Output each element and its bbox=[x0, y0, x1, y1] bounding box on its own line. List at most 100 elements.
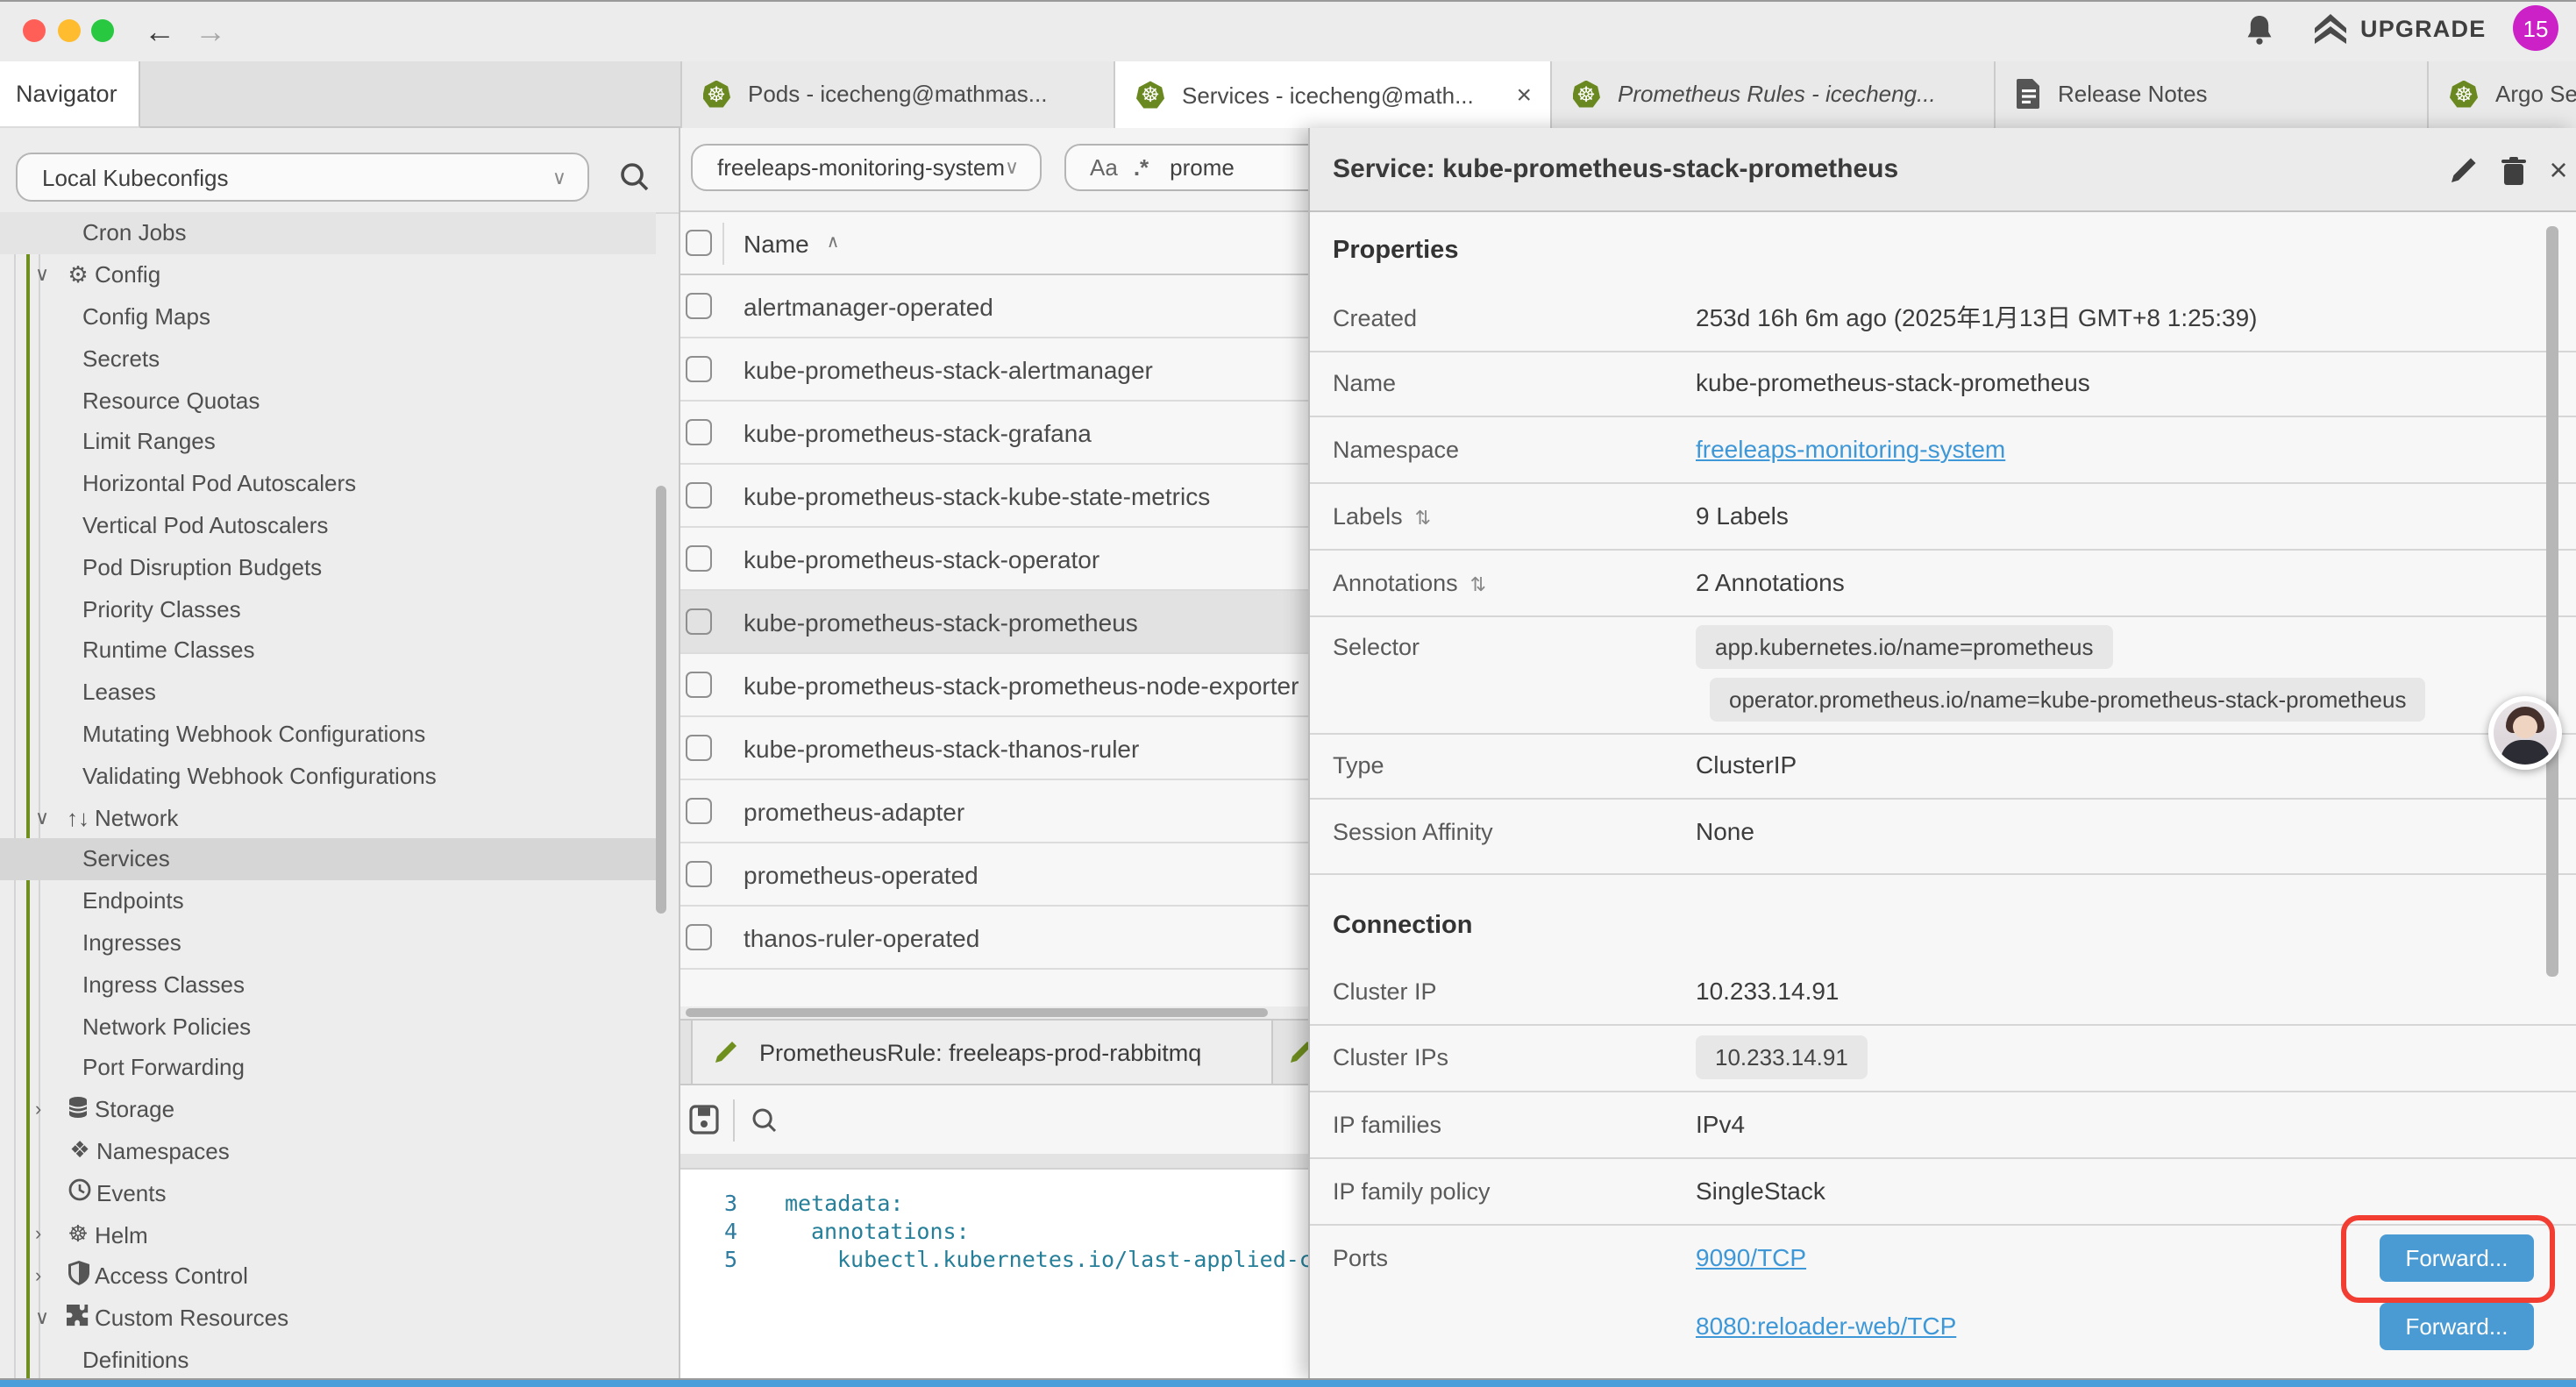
sidebar-item-limit-ranges[interactable]: Limit Ranges bbox=[0, 421, 656, 463]
sidebar-item-storage[interactable]: ›Storage bbox=[0, 1088, 656, 1130]
table-row[interactable]: prometheus-adapter bbox=[680, 780, 1308, 843]
close-icon[interactable]: × bbox=[2541, 153, 2576, 188]
table-header: Name ∧ bbox=[680, 212, 1308, 275]
sidebar-item-network-policies[interactable]: Network Policies bbox=[0, 1005, 656, 1047]
sidebar-item-leases[interactable]: Leases bbox=[0, 672, 656, 714]
sidebar-item-vertical-pod-autoscalers[interactable]: Vertical Pod Autoscalers bbox=[0, 504, 656, 546]
notifications-bell-icon[interactable] bbox=[2245, 14, 2274, 47]
tab-prometheus-rules[interactable]: ☸ Prometheus Rules - icecheng... bbox=[1551, 60, 1995, 128]
save-icon[interactable] bbox=[688, 1105, 718, 1134]
sidebar-item-helm[interactable]: ›☸Helm bbox=[0, 1213, 656, 1255]
upgrade-button[interactable]: UPGRADE bbox=[2360, 16, 2486, 42]
row-checkbox[interactable] bbox=[686, 798, 712, 824]
sidebar-item-resource-quotas[interactable]: Resource Quotas bbox=[0, 379, 656, 421]
row-checkbox[interactable] bbox=[686, 861, 712, 887]
kubeconfig-selector-value: Local Kubeconfigs bbox=[42, 164, 229, 190]
scrollbar-thumb[interactable] bbox=[685, 1007, 1267, 1017]
delete-trash-icon[interactable] bbox=[2495, 153, 2530, 188]
match-case-toggle[interactable]: Aa bbox=[1090, 154, 1118, 181]
table-row[interactable]: kube-prometheus-stack-thanos-ruler bbox=[680, 717, 1308, 780]
table-row[interactable]: kube-prometheus-stack-operator bbox=[680, 528, 1308, 591]
sidebar-item-events[interactable]: Events bbox=[0, 1172, 656, 1214]
sidebar-item-horizontal-pod-autoscalers[interactable]: Horizontal Pod Autoscalers bbox=[0, 463, 656, 505]
sidebar-item-endpoints[interactable]: Endpoints bbox=[0, 880, 656, 922]
sidebar-item-pod-disruption-budgets[interactable]: Pod Disruption Budgets bbox=[0, 546, 656, 588]
sidebar-item-definitions[interactable]: Definitions bbox=[0, 1339, 656, 1380]
namespace-filter-dropdown[interactable]: freeleaps-monitoring-system ∨ bbox=[691, 144, 1042, 191]
sidebar-item-network[interactable]: ∨↑↓Network bbox=[0, 796, 656, 838]
sidebar-item-access-control[interactable]: ›Access Control bbox=[0, 1255, 656, 1298]
notification-count-badge[interactable]: 15 bbox=[2513, 5, 2558, 51]
tab-pods[interactable]: ☸ Pods - icecheng@mathmas... bbox=[680, 60, 1115, 128]
sidebar-search-icon[interactable] bbox=[619, 161, 651, 193]
expand-updown-icon[interactable]: ⇅ bbox=[1470, 574, 1486, 595]
window-close-button[interactable] bbox=[23, 18, 46, 41]
row-checkbox[interactable] bbox=[686, 545, 712, 572]
row-checkbox[interactable] bbox=[686, 735, 712, 761]
sidebar-item-ingress-classes[interactable]: Ingress Classes bbox=[0, 964, 656, 1006]
upgrade-chevrons-icon[interactable] bbox=[2311, 12, 2350, 47]
tab-argo[interactable]: ☸ Argo Se bbox=[2429, 60, 2576, 128]
port-link[interactable]: 9090/TCP bbox=[1696, 1243, 1806, 1271]
sidebar-item-port-forwarding[interactable]: Port Forwarding bbox=[0, 1047, 656, 1089]
table-row-selected[interactable]: kube-prometheus-stack-prometheus bbox=[680, 591, 1308, 654]
horizontal-scrollbar[interactable] bbox=[680, 1006, 1308, 1018]
row-checkbox[interactable] bbox=[686, 608, 712, 635]
port-link[interactable]: 8080:reloader-web/TCP bbox=[1696, 1312, 1956, 1340]
tab-close-icon[interactable]: × bbox=[1516, 81, 1532, 110]
tab-release-notes[interactable]: Release Notes bbox=[1995, 60, 2429, 128]
sidebar-item-mutating-webhook-configurations[interactable]: Mutating Webhook Configurations bbox=[0, 713, 656, 755]
sidebar-item-config[interactable]: ∨⚙Config bbox=[0, 254, 656, 296]
editor-search-icon[interactable] bbox=[750, 1106, 778, 1134]
search-input[interactable]: Aa .* prome bbox=[1064, 144, 1308, 191]
table-row[interactable]: kube-prometheus-stack-alertmanager bbox=[680, 338, 1308, 402]
yaml-editor[interactable]: 3 metadata: 4 annotations: 5 kubectl.kub… bbox=[680, 1170, 1308, 1380]
table-row[interactable]: kube-prometheus-stack-grafana bbox=[680, 402, 1308, 465]
table-row[interactable]: kube-prometheus-stack-prometheus-node-ex… bbox=[680, 654, 1308, 717]
editor-tab-next-pencil-icon[interactable] bbox=[1288, 1040, 1308, 1064]
table-row[interactable]: kube-prometheus-stack-kube-state-metrics bbox=[680, 465, 1308, 528]
row-checkbox[interactable] bbox=[686, 356, 712, 382]
sidebar-item-custom-resources[interactable]: ∨Custom Resources bbox=[0, 1297, 656, 1339]
namespace-link[interactable]: freeleaps-monitoring-system bbox=[1696, 435, 2005, 463]
back-arrow-button[interactable]: ← bbox=[144, 7, 175, 56]
sidebar-item-priority-classes[interactable]: Priority Classes bbox=[0, 587, 656, 629]
table-row[interactable]: prometheus-operated bbox=[680, 843, 1308, 907]
row-checkbox[interactable] bbox=[686, 924, 712, 950]
forward-button-8080[interactable]: Forward... bbox=[2380, 1302, 2534, 1349]
sidebar-item-cron-jobs[interactable]: Cron Jobs bbox=[0, 212, 656, 254]
table-row[interactable]: thanos-ruler-operated bbox=[680, 907, 1308, 970]
sidebar-item-runtime-classes[interactable]: Runtime Classes bbox=[0, 629, 656, 672]
expand-updown-icon[interactable]: ⇅ bbox=[1415, 508, 1431, 529]
sidebar-item-validating-webhook-configurations[interactable]: Validating Webhook Configurations bbox=[0, 755, 656, 797]
window-minimize-button[interactable] bbox=[57, 18, 80, 41]
regex-toggle[interactable]: .* bbox=[1134, 154, 1149, 181]
edit-pencil-icon[interactable] bbox=[2446, 153, 2481, 188]
row-checkbox[interactable] bbox=[686, 293, 712, 319]
clock-icon bbox=[63, 1178, 96, 1206]
sidebar-item-namespaces[interactable]: ❖Namespaces bbox=[0, 1130, 656, 1172]
editor-tab-prometheusrule[interactable]: PrometheusRule: freeleaps-prod-rabbitmq bbox=[691, 1021, 1273, 1084]
sidebar-item-services[interactable]: Services bbox=[0, 838, 656, 880]
connection-row-cluster-ip: Cluster IP 10.233.14.91 bbox=[1333, 977, 2553, 1005]
helm-wheel-icon: ☸ bbox=[61, 1220, 95, 1248]
tab-navigator[interactable]: Navigator bbox=[0, 60, 140, 128]
row-checkbox[interactable] bbox=[686, 482, 712, 509]
kubeconfig-selector-dropdown[interactable]: Local Kubeconfigs ∨ bbox=[16, 153, 589, 202]
sidebar-scrollbar[interactable] bbox=[656, 486, 666, 914]
divider bbox=[1310, 615, 2576, 616]
table-row[interactable]: alertmanager-operated bbox=[680, 275, 1308, 338]
sidebar-item-config-maps[interactable]: Config Maps bbox=[0, 295, 656, 338]
document-icon bbox=[2016, 80, 2040, 110]
forward-arrow-button[interactable]: → bbox=[195, 7, 226, 56]
sidebar-item-secrets[interactable]: Secrets bbox=[0, 338, 656, 380]
user-avatar[interactable] bbox=[2488, 696, 2562, 770]
window-zoom-button[interactable] bbox=[91, 18, 114, 41]
row-checkbox[interactable] bbox=[686, 419, 712, 445]
row-checkbox[interactable] bbox=[686, 672, 712, 698]
sidebar-item-ingresses[interactable]: Ingresses bbox=[0, 921, 656, 964]
tab-services[interactable]: ☸ Services - icecheng@math... × bbox=[1115, 60, 1551, 130]
name-column-header[interactable]: Name bbox=[744, 229, 809, 257]
drawer-scrollbar[interactable] bbox=[2546, 226, 2558, 977]
select-all-checkbox[interactable] bbox=[686, 230, 712, 256]
